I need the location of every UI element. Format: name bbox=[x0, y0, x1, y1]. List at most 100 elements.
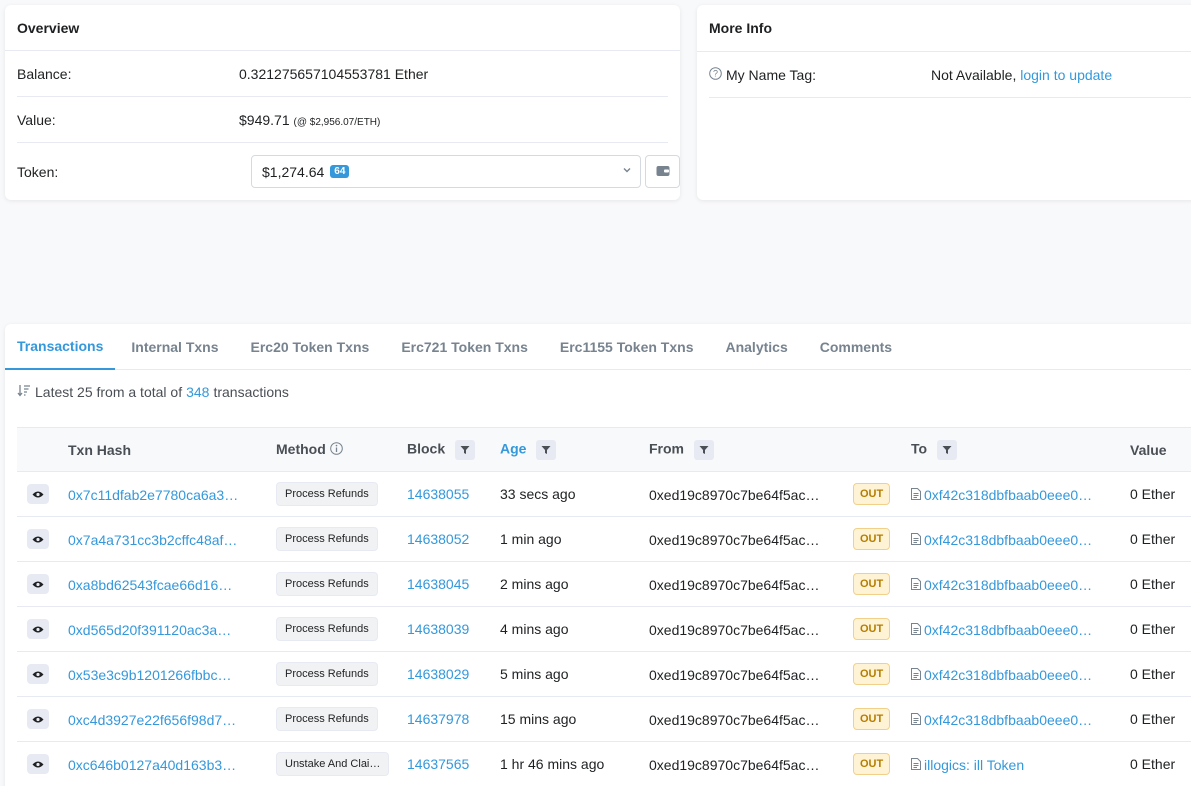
out-badge: OUT bbox=[853, 708, 891, 730]
to-address-link[interactable]: 0xf42c318dbfbaab0eee0… bbox=[924, 712, 1092, 728]
method-badge: Process Refunds bbox=[276, 527, 378, 551]
sort-desc-icon bbox=[17, 384, 31, 400]
transactions-table: Txn Hash Method Block Age From To Value … bbox=[17, 427, 1191, 786]
out-badge: OUT bbox=[853, 618, 891, 640]
block-link[interactable]: 14638055 bbox=[407, 486, 469, 502]
txn-hash-link[interactable]: 0x7c11dfab2e7780ca6a3… bbox=[68, 487, 238, 503]
value-cell: 0 Ether bbox=[1130, 696, 1191, 742]
contract-file-icon bbox=[911, 667, 921, 683]
more-info-title: More Info bbox=[697, 5, 1191, 52]
table-row: 0xc646b0127a40d163b3… Unstake And Clai… 14… bbox=[17, 741, 1191, 786]
age-cell: 5 mins ago bbox=[500, 651, 649, 697]
age-filter-icon[interactable] bbox=[536, 439, 557, 460]
to-address-link[interactable]: 0xf42c318dbfbaab0eee0… bbox=[924, 532, 1092, 548]
tab-erc721-token-txns[interactable]: Erc721 Token Txns bbox=[385, 324, 544, 370]
block-link[interactable]: 14638029 bbox=[407, 666, 469, 682]
balance-label: Balance: bbox=[17, 65, 72, 82]
eye-icon[interactable] bbox=[27, 754, 49, 774]
to-address-link[interactable]: 0xf42c318dbfbaab0eee0… bbox=[924, 487, 1092, 503]
method-badge: Process Refunds bbox=[276, 707, 378, 731]
eye-icon[interactable] bbox=[27, 619, 49, 639]
contract-file-icon bbox=[911, 712, 921, 728]
to-address-link[interactable]: 0xf42c318dbfbaab0eee0… bbox=[924, 667, 1092, 683]
overview-card: Overview Balance: 0.321275657104553781 E… bbox=[5, 5, 680, 200]
tab-internal-txns[interactable]: Internal Txns bbox=[115, 324, 234, 370]
tab-comments[interactable]: Comments bbox=[804, 324, 908, 370]
out-badge: OUT bbox=[853, 663, 891, 685]
eye-icon[interactable] bbox=[27, 709, 49, 729]
name-tag-value: Not Available, bbox=[931, 66, 1017, 83]
txn-hash-link[interactable]: 0xa8bd62543fcae66d16… bbox=[68, 577, 232, 593]
tab-bar: Transactions Internal Txns Erc20 Token T… bbox=[5, 324, 1191, 370]
summary-suffix: transactions bbox=[213, 384, 289, 400]
to-address-link[interactable]: 0xf42c318dbfbaab0eee0… bbox=[924, 622, 1092, 638]
contract-file-icon bbox=[911, 757, 921, 773]
eye-icon[interactable] bbox=[27, 529, 49, 549]
value-rate: (@ $2,956.07/ETH) bbox=[293, 116, 381, 128]
chevron-down-icon bbox=[622, 165, 632, 178]
header-method: Method bbox=[276, 427, 407, 472]
block-link[interactable]: 14637565 bbox=[407, 756, 469, 772]
block-link[interactable]: 14638039 bbox=[407, 621, 469, 637]
eye-icon[interactable] bbox=[27, 574, 49, 594]
summary-total-link[interactable]: 348 bbox=[186, 384, 209, 400]
balance-value: 0.321275657104553781 Ether bbox=[239, 65, 429, 82]
txn-hash-link[interactable]: 0xc646b0127a40d163b3… bbox=[68, 757, 236, 773]
summary-prefix: Latest 25 from a total of bbox=[35, 384, 183, 400]
question-circle-icon[interactable]: ? bbox=[709, 66, 722, 83]
from-address: 0xed19c8970c7be64f5ac… bbox=[649, 576, 820, 593]
table-header-row: Txn Hash Method Block Age From To Value bbox=[17, 427, 1191, 472]
value-cell: 0 Ether bbox=[1130, 561, 1191, 607]
contract-file-icon bbox=[911, 532, 921, 548]
txn-hash-link[interactable]: 0x7a4a731cc3b2cffc48af… bbox=[68, 532, 237, 548]
table-row: 0xd565d20f391120ac3a… Process Refunds 1463… bbox=[17, 606, 1191, 652]
to-token-link[interactable]: illogics: ill Token bbox=[924, 757, 1024, 773]
tab-analytics[interactable]: Analytics bbox=[709, 324, 803, 370]
from-address: 0xed19c8970c7be64f5ac… bbox=[649, 531, 820, 548]
name-tag-row: ? My Name Tag: Not Available, login to u… bbox=[709, 52, 1191, 98]
value-label: Value: bbox=[17, 111, 56, 128]
from-address: 0xed19c8970c7be64f5ac… bbox=[649, 621, 820, 638]
token-value: $1,274.64 bbox=[262, 163, 325, 180]
method-badge: Process Refunds bbox=[276, 662, 378, 686]
age-cell: 15 mins ago bbox=[500, 696, 649, 742]
contract-file-icon bbox=[911, 577, 921, 593]
transactions-card: Transactions Internal Txns Erc20 Token T… bbox=[5, 324, 1191, 786]
token-dropdown[interactable]: $1,274.64 64 bbox=[251, 155, 641, 188]
out-badge: OUT bbox=[853, 753, 891, 775]
header-age[interactable]: Age bbox=[500, 427, 649, 472]
more-info-card: More Info ? My Name Tag: Not Available, … bbox=[697, 5, 1191, 200]
login-to-update-link[interactable]: login to update bbox=[1020, 67, 1112, 83]
header-to: To bbox=[911, 427, 1130, 472]
table-row: 0x7c11dfab2e7780ca6a3… Process Refunds 146… bbox=[17, 471, 1191, 517]
header-block: Block bbox=[407, 427, 500, 472]
tab-erc1155-token-txns[interactable]: Erc1155 Token Txns bbox=[544, 324, 710, 370]
txn-hash-link[interactable]: 0xd565d20f391120ac3a… bbox=[68, 622, 231, 638]
wallet-icon bbox=[656, 164, 670, 180]
txn-hash-link[interactable]: 0x53e3c9b1201266fbbc… bbox=[68, 667, 231, 683]
method-badge: Process Refunds bbox=[276, 572, 378, 596]
method-badge: Unstake And Clai… bbox=[276, 752, 390, 776]
eye-icon[interactable] bbox=[27, 484, 49, 504]
block-link[interactable]: 14638045 bbox=[407, 576, 469, 592]
wallet-button[interactable] bbox=[645, 155, 680, 188]
tab-transactions[interactable]: Transactions bbox=[5, 324, 116, 370]
block-link[interactable]: 14637978 bbox=[407, 711, 469, 727]
from-address: 0xed19c8970c7be64f5ac… bbox=[649, 666, 820, 683]
out-badge: OUT bbox=[853, 483, 891, 505]
block-link[interactable]: 14638052 bbox=[407, 531, 469, 547]
from-address: 0xed19c8970c7be64f5ac… bbox=[649, 756, 820, 773]
contract-file-icon bbox=[911, 487, 921, 503]
txn-hash-link[interactable]: 0xc4d3927e22f656f98d7… bbox=[68, 712, 236, 728]
token-row: Token: $1,274.64 64 bbox=[17, 143, 680, 200]
value-row: Value: $949.71 (@ $2,956.07/ETH) bbox=[17, 97, 668, 143]
age-cell: 2 mins ago bbox=[500, 561, 649, 607]
tab-erc20-token-txns[interactable]: Erc20 Token Txns bbox=[235, 324, 386, 370]
eye-icon[interactable] bbox=[27, 664, 49, 684]
transactions-summary: Latest 25 from a total of 348 transactio… bbox=[17, 384, 289, 400]
block-filter-icon[interactable] bbox=[455, 439, 476, 460]
info-circle-icon[interactable] bbox=[329, 442, 343, 458]
from-filter-icon[interactable] bbox=[693, 439, 714, 460]
to-filter-icon[interactable] bbox=[936, 439, 957, 460]
to-address-link[interactable]: 0xf42c318dbfbaab0eee0… bbox=[924, 577, 1092, 593]
